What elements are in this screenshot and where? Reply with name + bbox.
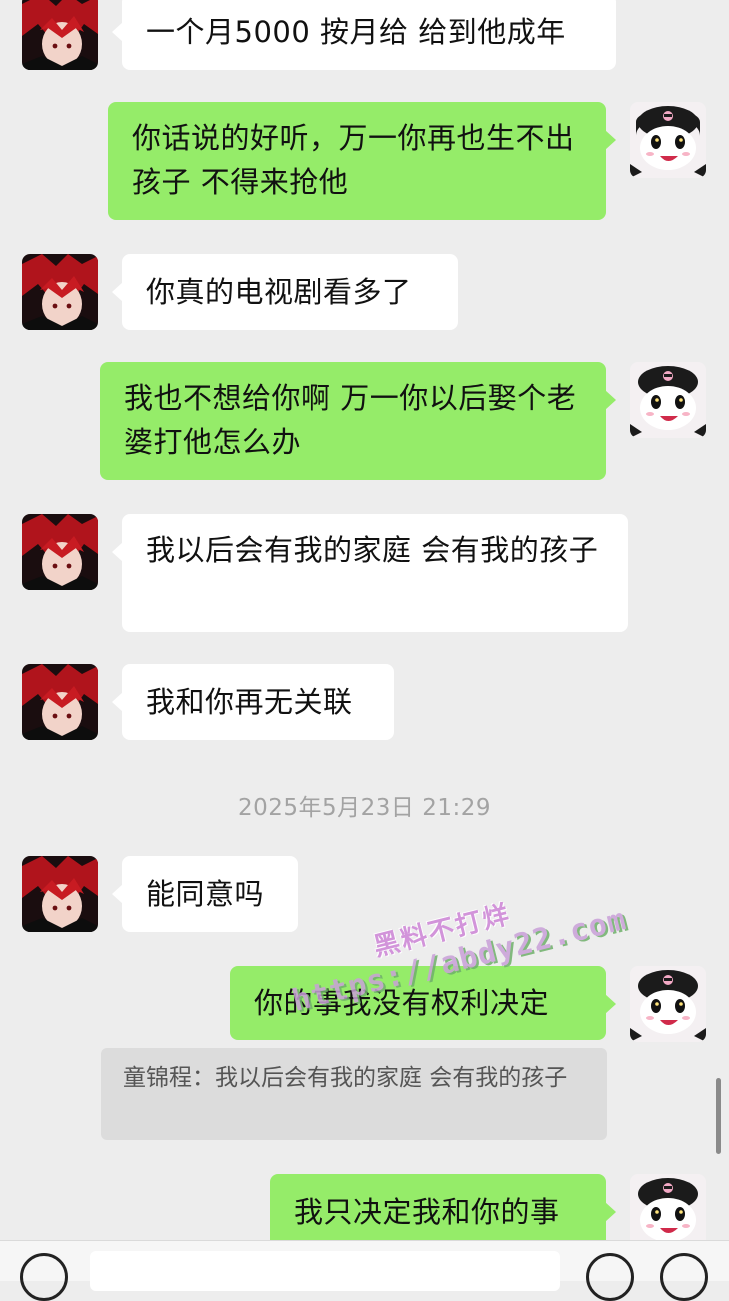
kuromi-avatar-icon — [630, 362, 706, 438]
message-bubble-incoming[interactable]: 我和你再无关联 — [112, 664, 394, 740]
quoted-message[interactable]: 童锦程：我以后会有我的家庭 会有我的孩子 — [101, 1048, 607, 1140]
message-text: 我和你再无关联 — [146, 685, 353, 719]
red-hair-avatar-icon — [22, 514, 98, 590]
red-hair-avatar-icon — [22, 0, 98, 70]
kuromi-avatar-icon — [630, 102, 706, 178]
chat-area[interactable]: 一个月5000 按月给 给到他成年 你话说的好听，万一你再也生不出孩子 不得来抢… — [0, 0, 729, 1240]
watermark-line1: 黑料不打烊 — [370, 899, 514, 963]
message-bubble-outgoing[interactable]: 你话说的好听，万一你再也生不出孩子 不得来抢他 — [108, 102, 616, 220]
self-avatar[interactable] — [630, 1174, 706, 1240]
scrollbar[interactable] — [716, 1078, 721, 1154]
red-hair-avatar-icon — [22, 664, 98, 740]
message-bubble-outgoing[interactable]: 我只决定我和你的事 — [270, 1174, 616, 1240]
message-bubble-incoming[interactable]: 能同意吗 — [112, 856, 298, 932]
self-avatar[interactable] — [630, 362, 706, 438]
message-bubble-outgoing[interactable]: 你的事我没有权利决定 — [230, 966, 616, 1040]
kuromi-avatar-icon — [630, 966, 706, 1042]
contact-avatar[interactable] — [22, 856, 98, 932]
message-bubble-incoming[interactable]: 我以后会有我的家庭 会有我的孩子 — [112, 514, 628, 632]
red-hair-avatar-icon — [22, 254, 98, 330]
message-text: 我以后会有我的家庭 会有我的孩子 — [146, 533, 599, 567]
contact-avatar[interactable] — [22, 0, 98, 70]
quoted-message-text: 童锦程：我以后会有我的家庭 会有我的孩子 — [123, 1065, 568, 1091]
message-bubble-outgoing[interactable]: 我也不想给你啊 万一你以后娶个老婆打他怎么办 — [100, 362, 616, 480]
contact-avatar[interactable] — [22, 254, 98, 330]
emoji-icon[interactable] — [586, 1253, 634, 1301]
input-bar — [0, 1240, 729, 1301]
message-text: 我也不想给你啊 万一你以后娶个老婆打他怎么办 — [124, 381, 577, 459]
contact-avatar[interactable] — [22, 514, 98, 590]
message-bubble-incoming[interactable]: 一个月5000 按月给 给到他成年 — [112, 0, 616, 70]
message-text: 你话说的好听，万一你再也生不出孩子 不得来抢他 — [132, 121, 575, 199]
plus-icon[interactable] — [660, 1253, 708, 1301]
chat-timestamp: 2025年5月23日 21:29 — [237, 795, 492, 821]
self-avatar[interactable] — [630, 102, 706, 178]
voice-icon[interactable] — [20, 1253, 68, 1301]
self-avatar[interactable] — [630, 966, 706, 1042]
message-text: 我只决定我和你的事 — [294, 1195, 560, 1229]
red-hair-avatar-icon — [22, 856, 98, 932]
message-text: 能同意吗 — [146, 877, 265, 911]
message-text: 你的事我没有权利决定 — [254, 986, 550, 1020]
message-text: 你真的电视剧看多了 — [146, 275, 412, 309]
kuromi-avatar-icon — [630, 1174, 706, 1240]
message-input[interactable] — [90, 1251, 560, 1291]
message-bubble-incoming[interactable]: 你真的电视剧看多了 — [112, 254, 458, 330]
contact-avatar[interactable] — [22, 664, 98, 740]
message-text: 一个月5000 按月给 给到他成年 — [146, 15, 566, 49]
